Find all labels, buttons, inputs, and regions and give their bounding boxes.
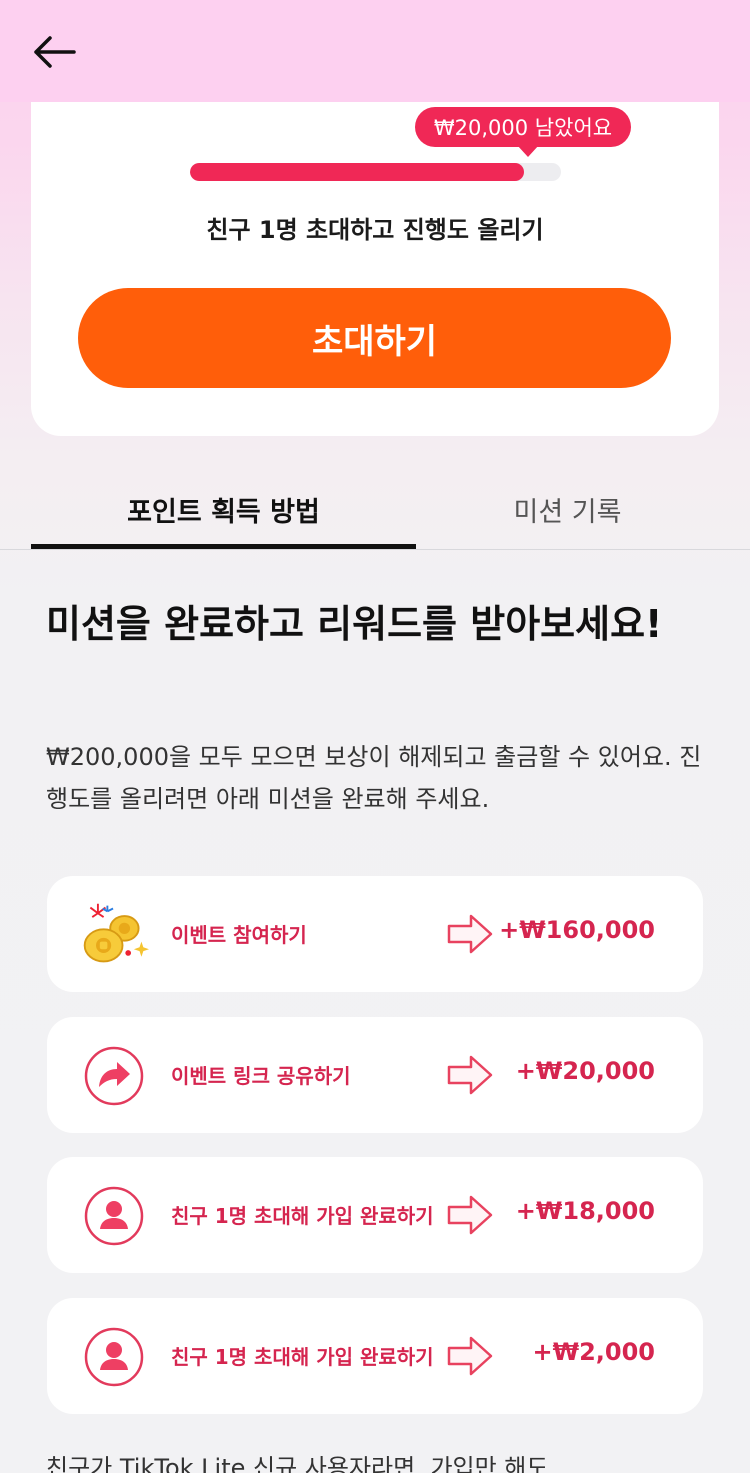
coins-fireworks-icon <box>79 900 149 970</box>
mission-item-share-link[interactable]: 이벤트 링크 공유하기 +₩20,000 <box>47 1017 703 1133</box>
mission-reward: +₩20,000 <box>515 1057 655 1085</box>
mission-reward: +₩2,000 <box>532 1338 656 1366</box>
mission-label: 친구 1명 초대해 가입 완료하기 <box>171 1204 434 1228</box>
mission-label: 이벤트 참여하기 <box>171 923 307 947</box>
arrow-right-icon <box>447 1055 493 1095</box>
mission-item-invite-friend[interactable]: 친구 1명 초대해 가입 완료하기 +₩18,000 <box>47 1157 703 1273</box>
tab-point-methods[interactable]: 포인트 획득 방법 <box>31 490 416 529</box>
arrow-right-icon <box>447 1195 493 1235</box>
arrow-left-icon <box>34 36 76 68</box>
arrow-right-icon <box>447 914 493 954</box>
mission-reward: +₩18,000 <box>515 1197 655 1225</box>
share-arrow-icon <box>79 1041 149 1111</box>
user-icon <box>79 1181 149 1251</box>
mission-item-invite-friend-2[interactable]: 친구 1명 초대해 가입 완료하기 +₩2,000 <box>47 1298 703 1414</box>
mission-item-event-join[interactable]: 이벤트 참여하기 +₩160,000 <box>47 876 703 992</box>
header <box>0 0 750 102</box>
progress-bar-fill <box>190 163 524 181</box>
footer-note: 친구가 TikTok Lite 신규 사용자라면, 가입만 해도 <box>46 1454 549 1473</box>
page-description: ₩200,000을 모두 모으면 보상이 해제되고 출금할 수 있어요. 진행도… <box>46 743 702 813</box>
mission-label: 이벤트 링크 공유하기 <box>171 1064 351 1088</box>
mission-label: 친구 1명 초대해 가입 완료하기 <box>171 1345 434 1369</box>
page-title: 미션을 완료하고 리워드를 받아보세요! <box>46 602 663 646</box>
arrow-right-icon <box>447 1336 493 1376</box>
tab-mission-history[interactable]: 미션 기록 <box>416 490 719 529</box>
progress-bar <box>190 163 561 181</box>
page: ₩20,000 남았어요 친구 1명 초대하고 진행도 올리기 초대하기 포인트… <box>0 0 750 1473</box>
mission-reward: +₩160,000 <box>499 916 655 944</box>
tab-bar: 포인트 획득 방법 미션 기록 <box>0 470 750 550</box>
back-button[interactable] <box>22 22 86 82</box>
invite-description: 친구 1명 초대하고 진행도 올리기 <box>206 216 544 244</box>
remaining-badge: ₩20,000 남았어요 <box>415 107 631 157</box>
user-icon <box>79 1322 149 1392</box>
active-tab-indicator <box>31 544 416 549</box>
invite-button[interactable]: 초대하기 <box>78 288 671 388</box>
